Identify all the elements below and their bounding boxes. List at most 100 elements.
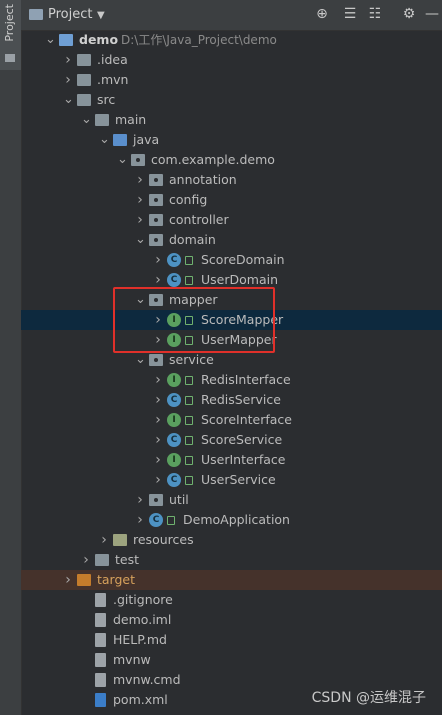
tree-item-label: mvnw	[113, 652, 151, 667]
class-icon: C	[167, 393, 181, 407]
tree-row[interactable]: › util	[21, 490, 442, 510]
expand-all-icon[interactable]: ☰	[342, 6, 358, 22]
chevron-right-icon[interactable]: ›	[63, 70, 73, 90]
tree-item-label: resources	[133, 532, 194, 547]
chevron-down-icon[interactable]: ⌄	[135, 350, 146, 370]
tree-row[interactable]: › I RedisInterface	[21, 370, 442, 390]
tree-item-label: .gitignore	[113, 592, 173, 607]
lock-icon	[185, 276, 193, 285]
hide-icon[interactable]: —	[424, 6, 440, 22]
tree-item-label: main	[115, 112, 147, 127]
folder-icon	[95, 554, 109, 566]
project-side-tab[interactable]: Project	[0, 0, 21, 70]
chevron-down-icon[interactable]: ⌄	[99, 130, 110, 150]
project-tree[interactable]: ⌄ demo D:\工作\Java_Project\demo › .idea › .mvn ⌄…	[21, 30, 442, 715]
tree-row[interactable]: ⌄ service	[21, 350, 442, 370]
chevron-right-icon[interactable]: ›	[153, 250, 163, 270]
tree-row[interactable]: › controller	[21, 210, 442, 230]
tree-row[interactable]: demo.iml	[21, 610, 442, 630]
package-icon	[131, 154, 145, 166]
locate-icon[interactable]: ⊕	[314, 6, 330, 22]
chevron-right-icon[interactable]: ›	[153, 450, 163, 470]
folder-icon	[77, 54, 91, 66]
file-icon	[95, 673, 106, 687]
folder-icon	[59, 34, 73, 46]
chevron-down-icon[interactable]: ⌄	[81, 110, 92, 130]
chevron-right-icon[interactable]: ›	[135, 510, 145, 530]
tree-row[interactable]: › C ScoreService	[21, 430, 442, 450]
chevron-right-icon[interactable]: ›	[153, 390, 163, 410]
tree-row[interactable]: › C DemoApplication	[21, 510, 442, 530]
tree-row[interactable]: › test	[21, 550, 442, 570]
file-icon	[95, 593, 106, 607]
chevron-right-icon[interactable]: ›	[153, 370, 163, 390]
package-icon	[149, 214, 163, 226]
chevron-down-icon[interactable]: ⌄	[135, 230, 146, 250]
chevron-right-icon[interactable]: ›	[135, 210, 145, 230]
interface-icon: I	[167, 453, 181, 467]
tree-row[interactable]: › I UserInterface	[21, 450, 442, 470]
chevron-down-icon[interactable]: ⌄	[45, 30, 56, 50]
tree-item-label: src	[97, 92, 116, 107]
tree-row[interactable]: ⌄ main	[21, 110, 442, 130]
tree-row[interactable]: › resources	[21, 530, 442, 550]
project-path-hint: D:\工作\Java_Project\demo	[121, 33, 277, 47]
project-panel-header: Project ▼ ⊕ ☰ ☷ ⚙ —	[21, 0, 442, 31]
chevron-down-icon[interactable]: ⌄	[117, 150, 128, 170]
chevron-right-icon[interactable]: ›	[99, 530, 109, 550]
chevron-right-icon[interactable]: ›	[153, 470, 163, 490]
tree-item-label: util	[169, 492, 189, 507]
folder-icon	[77, 74, 91, 86]
chevron-right-icon[interactable]: ›	[153, 410, 163, 430]
project-folder-icon	[29, 9, 43, 20]
chevron-right-icon[interactable]: ›	[135, 170, 145, 190]
tree-row[interactable]: › .mvn	[21, 70, 442, 90]
tree-item-label: domain	[169, 232, 216, 247]
tree-item-label: UserInterface	[201, 452, 286, 467]
chevron-right-icon[interactable]: ›	[81, 550, 91, 570]
tree-row[interactable]: ⌄ java	[21, 130, 442, 150]
interface-icon: I	[167, 373, 181, 387]
lock-icon	[185, 256, 193, 265]
tree-item-label: test	[115, 552, 140, 567]
tree-row[interactable]: ⌄ demo D:\工作\Java_Project\demo	[21, 30, 442, 50]
tree-item-label: controller	[169, 212, 229, 227]
package-icon	[149, 234, 163, 246]
package-icon	[149, 194, 163, 206]
tree-row[interactable]: › .idea	[21, 50, 442, 70]
tree-row[interactable]: › config	[21, 190, 442, 210]
chevron-right-icon[interactable]: ›	[63, 570, 73, 590]
chevron-right-icon[interactable]: ›	[135, 190, 145, 210]
package-icon	[149, 354, 163, 366]
lock-icon	[185, 376, 193, 385]
gear-icon[interactable]: ⚙	[401, 6, 417, 22]
tree-item-label: config	[169, 192, 208, 207]
tree-row[interactable]: mvnw	[21, 650, 442, 670]
file-icon	[95, 613, 106, 627]
tree-row[interactable]: .gitignore	[21, 590, 442, 610]
tree-row[interactable]: › C UserService	[21, 470, 442, 490]
tree-row[interactable]: › C RedisService	[21, 390, 442, 410]
tree-row[interactable]: ⌄ com.example.demo	[21, 150, 442, 170]
lock-icon	[185, 416, 193, 425]
tree-row[interactable]: ⌄ src	[21, 90, 442, 110]
collapse-all-icon[interactable]: ☷	[367, 6, 383, 22]
chevron-right-icon[interactable]: ›	[135, 490, 145, 510]
tree-row[interactable]: HELP.md	[21, 630, 442, 650]
tree-row[interactable]: › annotation	[21, 170, 442, 190]
panel-title[interactable]: Project	[48, 7, 92, 22]
tree-row[interactable]: › target	[21, 570, 442, 590]
class-icon: C	[167, 433, 181, 447]
chevron-right-icon[interactable]: ›	[63, 50, 73, 70]
tree-row[interactable]: › I ScoreInterface	[21, 410, 442, 430]
tree-row[interactable]: › C ScoreDomain	[21, 250, 442, 270]
view-dropdown-icon[interactable]: ▼	[97, 10, 105, 21]
folder-icon	[5, 54, 15, 62]
project-side-tab-label: Project	[3, 4, 16, 42]
chevron-down-icon[interactable]: ⌄	[63, 90, 74, 110]
tree-item-label: mvnw.cmd	[113, 672, 181, 687]
tree-row[interactable]: ⌄ domain	[21, 230, 442, 250]
chevron-right-icon[interactable]: ›	[153, 430, 163, 450]
tree-item-label: RedisService	[201, 392, 281, 407]
tree-item-label: UserService	[201, 472, 276, 487]
